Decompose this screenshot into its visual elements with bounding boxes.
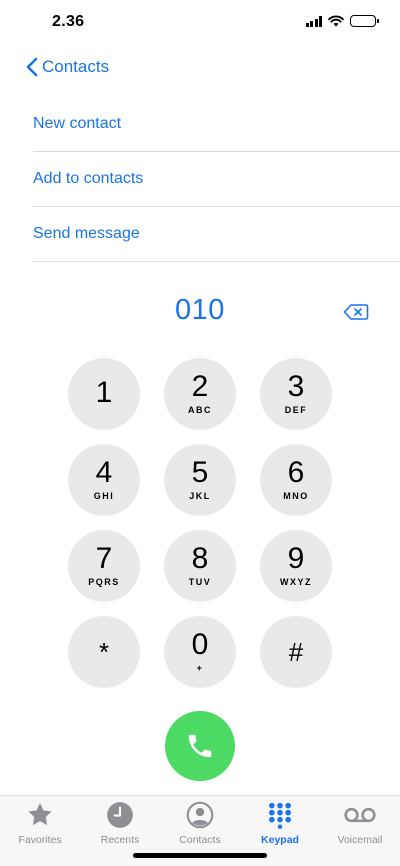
status-bar: 2.36 [0,0,400,46]
key-letters: GHI [93,491,115,501]
backspace-icon[interactable] [343,303,369,321]
new-contact-option[interactable]: New contact [33,97,400,152]
key-hash[interactable]: # [260,616,332,688]
voicemail-icon [343,800,377,830]
key-8[interactable]: 8 TUV [164,530,236,602]
keypad: 1 2 ABC 3 DEF 4 GHI 5 JKL 6 MNO 7 PQRS 8 TUV 9 W… [68,358,332,688]
home-indicator[interactable] [133,853,267,858]
tab-favorites[interactable]: Favorites [0,800,80,850]
chevron-left-icon [26,57,38,77]
key-digit: 3 [287,370,305,403]
key-letters: ABC [188,405,212,415]
key-digit: 7 [95,542,113,575]
key-letters: WXYZ [280,577,312,587]
key-digit: 2 [191,370,209,403]
dialed-number: 010 [175,294,225,326]
key-star[interactable]: * [68,616,140,688]
tab-label: Contacts [179,834,221,846]
key-5[interactable]: 5 JKL [164,444,236,516]
back-label: Contacts [42,57,110,76]
add-to-contacts-option[interactable]: Add to contacts [33,152,400,207]
key-letters: JKL [189,491,211,501]
key-4[interactable]: 4 GHI [68,444,140,516]
back-to-contacts-button[interactable]: Contacts [26,54,109,80]
star-icon [23,800,57,830]
key-9[interactable]: 9 WXYZ [260,530,332,602]
key-letters: PQRS [88,577,120,587]
key-letters: TUV [188,577,212,587]
key-digit: 6 [287,456,305,489]
tab-label: Voicemail [337,834,383,846]
key-digit: 4 [95,456,113,489]
key-letters: DEF [284,405,308,415]
tab-voicemail[interactable]: Voicemail [320,800,400,850]
key-1[interactable]: 1 [68,358,140,430]
tab-recents[interactable]: Recents [80,800,160,850]
phone-icon [188,734,212,758]
clock-icon [103,800,137,830]
key-digit: 8 [191,542,209,575]
key-digit: 5 [191,456,209,489]
key-3[interactable]: 3 DEF [260,358,332,430]
number-options-list: New contact Add to contacts Send message [33,97,400,262]
key-7[interactable]: 7 PQRS [68,530,140,602]
key-digit: 1 [95,376,113,409]
keypad-grid-icon [263,800,297,830]
tab-label: Recents [100,834,140,846]
signal-icon [305,15,322,27]
key-digit: 9 [287,542,305,575]
key-letters: + [196,663,204,673]
key-digit: # [288,637,304,667]
key-digit: * [98,637,110,667]
key-0[interactable]: 0 + [164,616,236,688]
key-6[interactable]: 6 MNO [260,444,332,516]
tab-label: Keypad [261,834,299,846]
person-circle-icon [183,800,217,830]
key-letters: MNO [283,491,309,501]
key-digit: 0 [191,628,209,661]
tab-contacts[interactable]: Contacts [160,800,240,850]
status-time: 2.36 [52,13,85,30]
call-button[interactable] [165,711,235,781]
wifi-icon [328,15,344,27]
status-icons [305,15,379,27]
battery-icon [350,15,379,27]
send-message-option[interactable]: Send message [33,207,400,262]
tab-label: Favorites [18,834,62,846]
tab-keypad[interactable]: Keypad [240,800,320,850]
key-2[interactable]: 2 ABC [164,358,236,430]
